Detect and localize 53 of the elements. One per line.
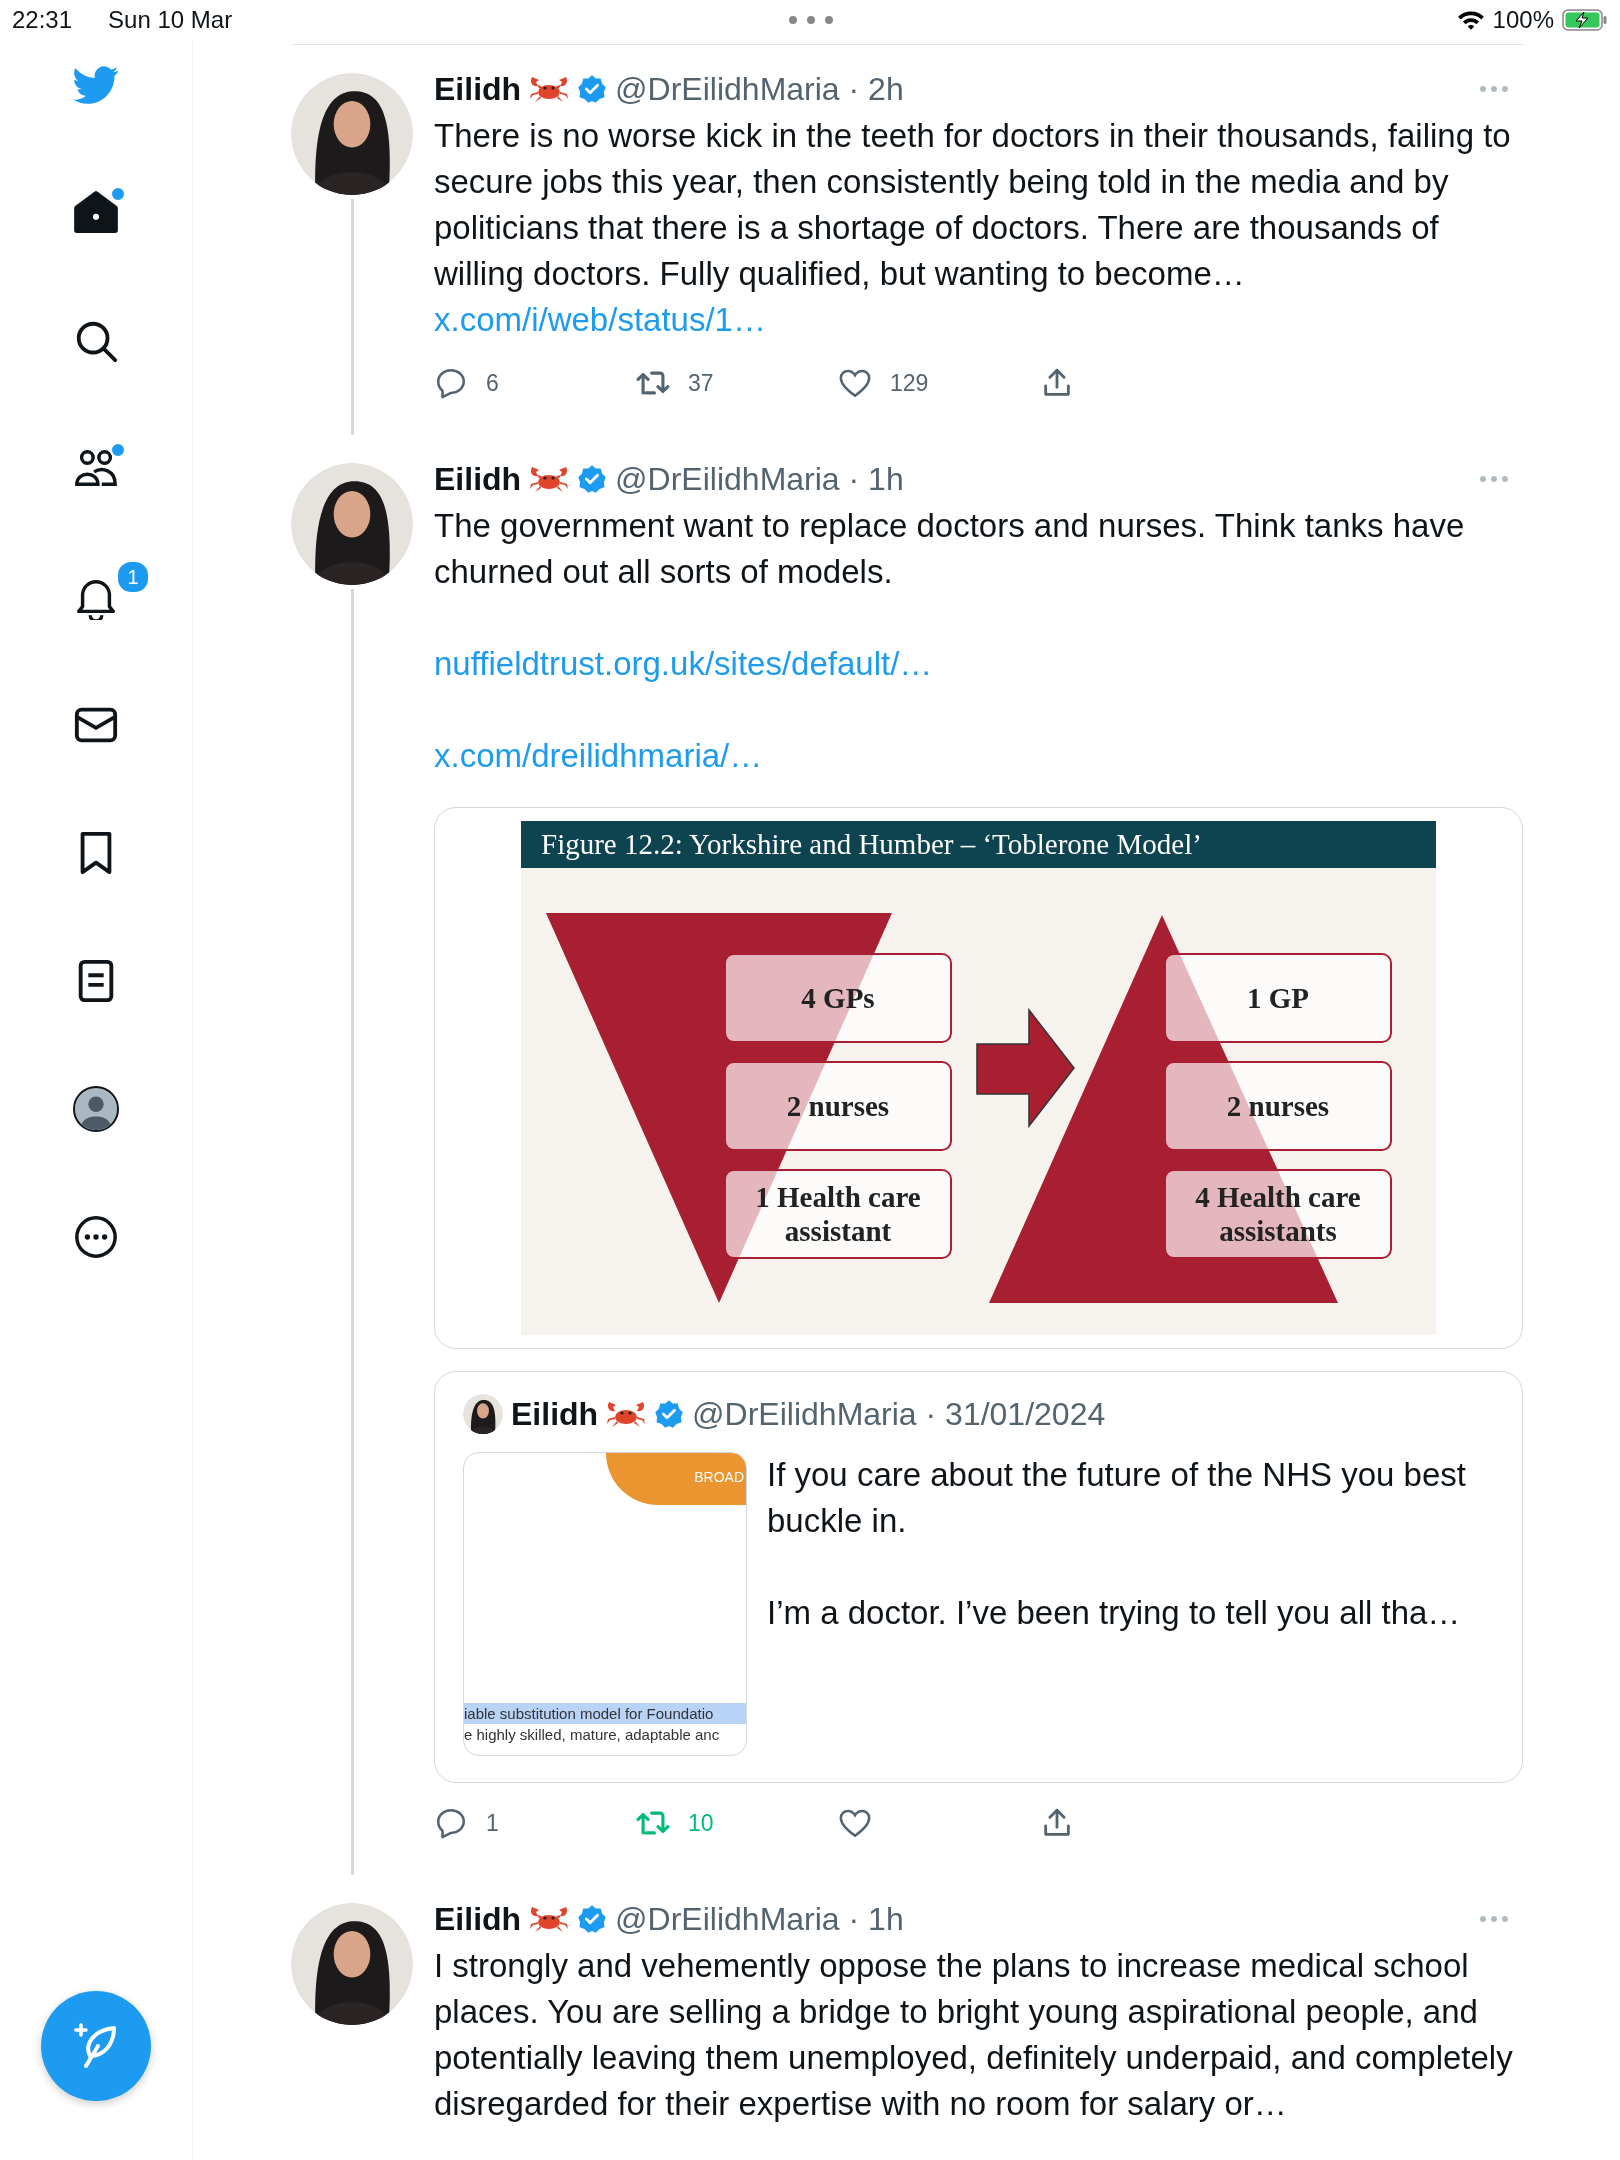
crab-icon [529, 1904, 570, 1934]
battery-percent: 100% [1492, 6, 1554, 34]
verified-badge-icon [577, 74, 608, 104]
crab-icon [529, 74, 570, 104]
more-icon[interactable] [73, 1214, 119, 1260]
status-date: Sun 10 Mar [108, 6, 233, 34]
thumbnail-tag: BROAD [606, 1453, 746, 1505]
tweet-text: I strongly and vehemently oppose the plans to increase medical school places. You are selling a bridge to bright young aspirational people, and potentially leaving them unemployed, definitely underpaid, and completely disregarded for their expertise with no room for salary or… [434, 1946, 1514, 2124]
crab-icon [529, 464, 570, 494]
multitasking-icon[interactable] [788, 15, 834, 25]
compose-button[interactable] [41, 1991, 151, 2101]
author-name[interactable]: Eilidh [434, 1900, 522, 1938]
avatar[interactable] [291, 1903, 413, 2025]
author-name: Eilidh [511, 1395, 599, 1433]
repost-count: 10 [688, 1809, 714, 1837]
tweet-text: The government want to replace doctors and nurses. Think tanks have churned out all sorts of models. [434, 506, 1466, 592]
status-time: 22:31 [12, 6, 73, 34]
figure-label: 1 GP [1164, 953, 1392, 1043]
handle-and-time[interactable]: @DrEilidhMaria · 1h [615, 460, 904, 498]
quoted-text: I’m a doctor. I’ve been trying to tell you all tha… [767, 1593, 1462, 1633]
reply-count: 1 [486, 1809, 499, 1837]
verified-badge-icon [577, 1904, 608, 1934]
home-icon[interactable] [73, 190, 119, 236]
tweet-text: There is no worse kick in the teeth for doctors in their thousands, failing to secure jobs this year, then consistently being told in the media and by politicians that there is a shortage of doctors. There are thousands of willing doctors. Fully qualified, but wanting to become… x.com/i/web/status/1… [434, 116, 1512, 340]
figure-label: 2 nurses [1164, 1061, 1392, 1151]
like-count: 129 [890, 369, 929, 397]
figure-title: Figure 12.2: Yorkshire and Humber – ‘Toblerone Model’ [521, 821, 1436, 868]
profile-avatar-icon[interactable] [73, 1086, 119, 1132]
repost-count: 37 [688, 369, 714, 397]
media-card[interactable]: Figure 12.2: Yorkshire and Humber – ‘Toblerone Model’ 4 GPs 2 nurses 1 Health care assistant 1 GP 2 nurses 4 Health care assistants [434, 807, 1523, 1349]
author-name[interactable]: Eilidh [434, 70, 522, 108]
avatar[interactable] [291, 463, 413, 585]
figure-label: 4 GPs [724, 953, 952, 1043]
crab-icon [606, 1399, 647, 1429]
figure-label: 4 Health care assistants [1164, 1169, 1392, 1259]
avatar [463, 1394, 503, 1434]
wifi-icon [1456, 9, 1485, 31]
verified-badge-icon [654, 1399, 685, 1429]
handle-and-date: @DrEilidhMaria · 31/01/2024 [692, 1395, 1106, 1433]
reply-icon[interactable] [434, 1806, 468, 1840]
quoted-text: If you care about the future of the NHS you best buckle in. [767, 1455, 1467, 1541]
reply-icon[interactable] [434, 366, 468, 400]
figure-label: 2 nurses [724, 1061, 952, 1151]
avatar[interactable] [291, 73, 413, 195]
author-name[interactable]: Eilidh [434, 460, 522, 498]
reply-count: 6 [486, 369, 499, 397]
handle-and-time[interactable]: @DrEilidhMaria · 2h [615, 70, 904, 108]
notification-count: 1 [116, 560, 150, 594]
figure-label: 1 Health care assistant [724, 1169, 952, 1259]
handle-and-time[interactable]: @DrEilidhMaria · 1h [615, 1900, 904, 1938]
verified-badge-icon [577, 464, 608, 494]
document-line: e highly skilled, mature, adaptable anc [464, 1725, 721, 1745]
quoted-tweet-card[interactable] [434, 1371, 1523, 1783]
